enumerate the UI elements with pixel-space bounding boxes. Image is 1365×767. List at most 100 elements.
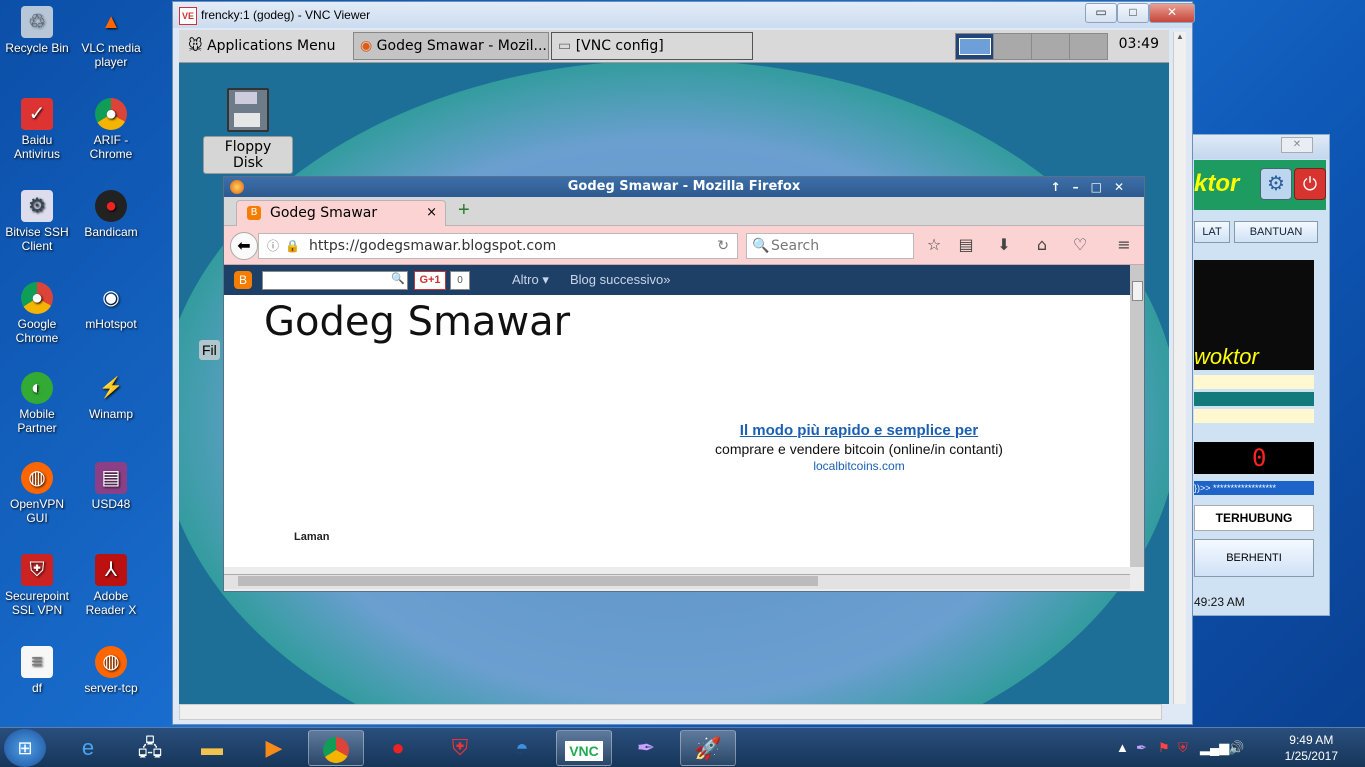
desktop-icon-mobile-partner[interactable]: ◐ Mobile Partner <box>1 372 73 435</box>
blog-search-input[interactable]: 🔍 <box>262 271 408 290</box>
tool-button[interactable]: LAT <box>1194 221 1230 243</box>
remote-desktop[interactable]: 🐭 Applications Menu ◉ Godeg Smawar - Moz… <box>179 30 1169 704</box>
explorer-icon[interactable]: ▬ <box>184 730 240 766</box>
more-menu[interactable]: Altro ▾ <box>512 272 549 288</box>
page-vertical-scrollbar[interactable] <box>1130 265 1144 567</box>
panel-clock: 03:49 <box>1118 36 1159 52</box>
back-button[interactable]: ⬅ <box>230 232 258 260</box>
download-icon[interactable]: ⬇ <box>992 234 1016 256</box>
shield-icon: ⛨ <box>21 554 53 586</box>
desktop-icon-floppy[interactable]: Floppy Disk <box>203 88 293 174</box>
desktop-icon-bitvise[interactable]: ⚙ Bitvise SSH Client <box>1 190 73 253</box>
new-tab-button[interactable]: + <box>458 199 470 222</box>
desktop-icon-usd48[interactable]: ▤ USD48 <box>75 462 147 511</box>
vpn-icon: ◍ <box>21 462 53 494</box>
system-tray: ▲ ✒ ⚑ ⛨ ▂▄▆ 🔊 9:49 AM 1/25/2017 <box>1110 728 1360 767</box>
desktop-icon-securepoint[interactable]: ⛨ Securepoint SSL VPN <box>1 554 73 617</box>
ssh-icon: ⚙ <box>21 190 53 222</box>
flag-icon[interactable]: ⚑ <box>1158 740 1170 756</box>
workspace-4[interactable] <box>1069 33 1108 60</box>
bandicam-taskbar-icon[interactable]: ● <box>370 730 426 766</box>
security-tray-icon[interactable]: ⛨ <box>1178 740 1188 756</box>
start-button[interactable]: ⊞ <box>4 729 46 767</box>
taskbar-clock[interactable]: 9:49 AM 1/25/2017 <box>1285 732 1338 764</box>
vnc-vertical-scrollbar[interactable]: ▲ <box>1173 32 1186 704</box>
page-horizontal-scrollbar[interactable] <box>224 574 1130 589</box>
clock-date: 1/25/2017 <box>1284 749 1338 763</box>
url-bar[interactable]: ⓘ 🔒 https://godegsmawar.blogspot.com ↻ <box>258 233 738 259</box>
desktop-icon-vlc[interactable]: ▲ VLC media player <box>75 6 147 69</box>
desktop-icon-df[interactable]: ≡ df <box>1 646 73 695</box>
desktop-icon-partial[interactable]: Fil <box>199 340 220 360</box>
workspace-2[interactable] <box>993 33 1032 60</box>
power-icon[interactable]: ⏻ <box>1294 168 1326 200</box>
applications-menu-button[interactable]: 🐭 Applications Menu <box>181 32 355 60</box>
desktop-icon-winamp[interactable]: ⚡ Winamp <box>75 372 147 421</box>
desktop-icon-chrome[interactable]: ● Google Chrome <box>1 282 73 345</box>
desktop-icon-baidu[interactable]: ✓ Baidu Antivirus <box>1 98 73 161</box>
signal-icon[interactable]: ▂▄▆ <box>1200 740 1229 756</box>
blog-title[interactable]: Godeg Smawar <box>264 299 570 345</box>
vpn-icon: ◍ <box>95 646 127 678</box>
reload-icon[interactable]: ↻ <box>717 234 729 258</box>
window-controls[interactable]: ↑–□✕ <box>1051 177 1136 197</box>
taskbar-item-firefox[interactable]: ◉ Godeg Smawar - Mozil... <box>353 32 549 60</box>
advertisement[interactable]: Il modo più rapido e semplice per compra… <box>654 422 1064 473</box>
close-icon[interactable]: ✕ <box>1281 137 1313 153</box>
help-button[interactable]: BANTUAN <box>1234 221 1318 243</box>
vnc-horizontal-scrollbar[interactable] <box>179 704 1162 720</box>
desktop-icon-mhotspot[interactable]: ◉ mHotspot <box>75 282 147 331</box>
desktop-icon-server-tcp[interactable]: ◍ server-tcp <box>75 646 147 695</box>
rocket-app-icon[interactable]: 🚀 <box>680 730 736 766</box>
media-player-icon[interactable]: ▶ <box>246 730 302 766</box>
ad-url[interactable]: localbitcoins.com <box>654 459 1064 473</box>
desktop-icon-adobe-reader[interactable]: ⅄ Adobe Reader X <box>75 554 147 617</box>
close-button[interactable]: ✕ <box>1149 3 1195 23</box>
taskbar-item-vnc-config[interactable]: ▭ [VNC config] <box>551 32 753 60</box>
desktop-icon-recycle-bin[interactable]: ♲ Recycle Bin <box>1 6 73 55</box>
archive-icon: ▤ <box>95 462 127 494</box>
pdf-icon: ⅄ <box>95 554 127 586</box>
search-icon[interactable]: 🔍 <box>391 272 405 285</box>
maximize-button[interactable]: □ <box>1117 3 1149 23</box>
scroll-thumb[interactable] <box>1132 281 1143 301</box>
blogger-icon[interactable]: B <box>234 271 252 289</box>
gear-icon[interactable]: ⚙ <box>1260 168 1292 200</box>
feather-app-icon[interactable]: ✒ <box>618 730 674 766</box>
next-blog-link[interactable]: Blog successivo» <box>570 272 670 287</box>
desktop-icon-bandicam[interactable]: ● Bandicam <box>75 190 147 239</box>
globe-icon: ◐ <box>21 372 53 404</box>
home-icon[interactable]: ⌂ <box>1030 234 1054 256</box>
windows-logo-icon: ⊞ <box>17 738 33 758</box>
menu-icon[interactable]: ≡ <box>1112 234 1136 256</box>
ad-headline[interactable]: Il modo più rapido e semplice per <box>654 422 1064 439</box>
pocket-icon[interactable]: ♡ <box>1068 234 1092 256</box>
chrome-taskbar-icon[interactable] <box>308 730 364 766</box>
vnc-taskbar-icon[interactable]: VNC <box>556 730 612 766</box>
bookmark-star-icon[interactable]: ☆ <box>922 234 946 256</box>
globe-app-icon[interactable]: ◓ <box>494 730 550 766</box>
workspace-1[interactable] <box>955 33 994 60</box>
vnc-logo-icon: VE <box>179 7 197 25</box>
library-icon[interactable]: ▤ <box>954 234 978 256</box>
clock-time: 9:49 AM <box>1289 733 1334 747</box>
volume-icon[interactable]: 🔊 <box>1228 740 1244 756</box>
ie-icon[interactable]: e <box>60 730 116 766</box>
desktop-icon-arif-chrome[interactable]: ● ARIF - Chrome <box>75 98 147 161</box>
network-app-icon[interactable]: 🖧 <box>122 730 178 766</box>
winamp-icon: ⚡ <box>98 377 124 399</box>
desktop-icon-openvpn[interactable]: ◍ OpenVPN GUI <box>1 462 73 525</box>
stop-button[interactable]: BERHENTI <box>1194 539 1314 577</box>
page-content[interactable]: B 🔍 G+1 0 Altro ▾ Blog successivo» Godeg… <box>224 265 1130 567</box>
tab-godeg-smawar[interactable]: B Godeg Smawar × <box>236 200 446 226</box>
search-input[interactable]: 🔍 Search <box>746 233 914 259</box>
feather-tray-icon[interactable]: ✒ <box>1136 740 1147 756</box>
info-icon[interactable]: ⓘ <box>267 234 279 258</box>
vpn-shield-icon[interactable]: ⛨ <box>432 730 488 766</box>
tab-close-icon[interactable]: × <box>426 205 437 220</box>
scroll-thumb[interactable] <box>238 576 818 586</box>
tray-expand-icon[interactable]: ▲ <box>1116 740 1129 755</box>
minimize-button[interactable]: ▭ <box>1085 3 1117 23</box>
gplus-button[interactable]: G+1 <box>414 271 446 290</box>
workspace-3[interactable] <box>1031 33 1070 60</box>
